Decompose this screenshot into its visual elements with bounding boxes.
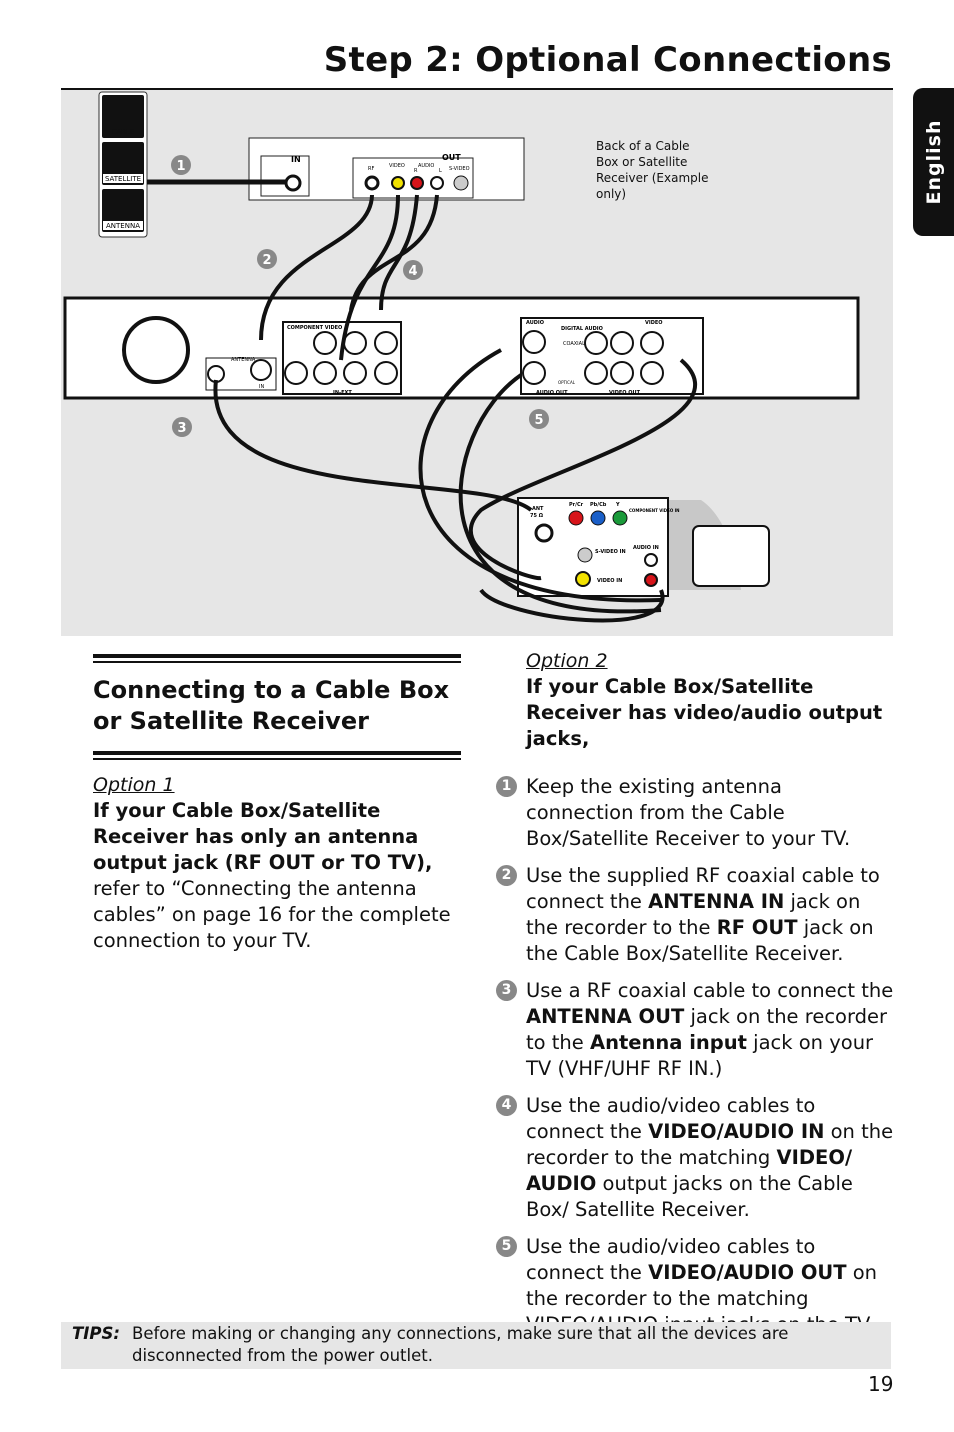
step-emphasis: VIDEO/AUDIO OUT: [648, 1261, 847, 1284]
svg-text:AUDIO IN: AUDIO IN: [633, 545, 659, 551]
svg-text:IN-EXT: IN-EXT: [333, 390, 352, 396]
recorder-back-panel: ANTENNA IN COMPONENT VIDEO IN-EXT AUDIO …: [63, 296, 860, 400]
step-list: 1 Keep the existing antenna connection fr…: [494, 774, 894, 1338]
svg-text:5: 5: [534, 413, 543, 428]
svg-text:COAXIAL: COAXIAL: [563, 341, 585, 347]
svg-text:VIDEO: VIDEO: [645, 320, 663, 326]
option-1-section: Connecting to a Cable Box or Satellite R…: [93, 654, 461, 954]
svg-text:3: 3: [177, 421, 186, 436]
option-1-heading: If your Cable Box/Satellite Receiver has…: [93, 799, 433, 874]
svg-text:RF: RF: [368, 166, 374, 172]
svg-text:VIDEO IN: VIDEO IN: [597, 578, 622, 584]
step-text: Keep the existing antenna connection fro…: [526, 775, 851, 850]
option-1-label: Option 1: [93, 774, 175, 796]
svg-text:IN: IN: [291, 155, 301, 164]
step-emphasis: Antenna input: [589, 1031, 747, 1054]
svg-text:L: L: [439, 168, 442, 174]
svg-text:Receiver (Example: Receiver (Example: [596, 171, 708, 185]
heading-rule-bottom: [93, 751, 461, 760]
step-number-icon: 5: [496, 1236, 517, 1257]
connection-diagram-svg: CABLE SATELLITE ANTENNA IN OUT RF VIDEO …: [63, 91, 860, 623]
svg-text:S-VIDEO IN: S-VIDEO IN: [595, 549, 626, 555]
svg-text:COMPONENT VIDEO IN: COMPONENT VIDEO IN: [629, 508, 679, 513]
svg-text:R: R: [414, 168, 418, 174]
step-emphasis: ANTENNA IN: [648, 890, 785, 913]
tips-box: TIPS: Before making or changing any conn…: [61, 1322, 891, 1369]
source-icons: CABLE SATELLITE ANTENNA: [98, 91, 148, 238]
svg-text:VIDEO: VIDEO: [389, 163, 405, 169]
step-number-icon: 2: [496, 865, 517, 886]
svg-text:4: 4: [408, 264, 417, 279]
connection-diagram: CABLE SATELLITE ANTENNA IN OUT RF VIDEO …: [61, 90, 893, 636]
step-emphasis: RF OUT: [716, 916, 798, 939]
step-item: 1 Keep the existing antenna connection fr…: [494, 774, 894, 852]
svg-text:OPTICAL: OPTICAL: [558, 380, 576, 385]
step-number-icon: 1: [496, 776, 517, 797]
step-item: 2 Use the supplied RF coaxial cable to co…: [494, 863, 894, 967]
page-number: 19: [868, 1372, 894, 1396]
svg-text:CABLE: CABLE: [112, 128, 135, 136]
step-emphasis: ANTENNA OUT: [526, 1005, 685, 1028]
svg-text:AUDIO: AUDIO: [526, 320, 544, 326]
option-2-heading: If your Cable Box/Satellite Receiver has…: [526, 675, 883, 750]
svg-text:IN: IN: [259, 384, 264, 390]
svg-text:S-VIDEO: S-VIDEO: [449, 166, 470, 172]
svg-text:OUT: OUT: [442, 153, 461, 162]
svg-text:ANT: ANT: [532, 506, 544, 512]
tips-label: TIPS:: [72, 1324, 120, 1343]
step-number-icon: 3: [496, 980, 517, 1001]
heading-rule-top: [93, 654, 461, 663]
tips-text: Before making or changing any connection…: [132, 1324, 789, 1365]
svg-text:only): only): [596, 187, 626, 201]
svg-text:75 Ω: 75 Ω: [530, 513, 544, 519]
svg-text:AUDIO: AUDIO: [418, 163, 434, 169]
step-item: 4 Use the audio/video cables to connect t…: [494, 1093, 894, 1223]
option-2-label: Option 2: [526, 650, 608, 672]
language-tab-label: English: [922, 119, 945, 205]
step-item: 3 Use a RF coaxial cable to connect the A…: [494, 978, 894, 1082]
svg-text:2: 2: [262, 253, 271, 268]
svg-text:Y: Y: [615, 502, 620, 508]
svg-text:SATELLITE: SATELLITE: [105, 175, 141, 183]
svg-text:VIDEO OUT: VIDEO OUT: [609, 390, 641, 396]
svg-text:Back of a Cable: Back of a Cable: [596, 139, 690, 153]
svg-text:ANTENNA: ANTENNA: [231, 357, 256, 363]
svg-text:Pb/Cb: Pb/Cb: [590, 502, 607, 508]
svg-text:Box or Satellite: Box or Satellite: [596, 155, 687, 169]
svg-text:1: 1: [176, 159, 185, 174]
option-1-body: refer to “Connecting the antenna cables”…: [93, 877, 451, 952]
language-tab: English: [913, 88, 954, 236]
page-title: Step 2: Optional Connections: [323, 40, 892, 80]
tv-back-panel: ANT 75 Ω Pr/Cr Pb/Cb Y COMPONENT VIDEO I…: [517, 497, 770, 597]
svg-text:AUDIO OUT: AUDIO OUT: [536, 390, 568, 396]
option-2-section: Option 2 If your Cable Box/Satellite Rec…: [494, 648, 894, 1349]
step-number-icon: 4: [496, 1095, 517, 1116]
step-emphasis: VIDEO/AUDIO IN: [648, 1120, 825, 1143]
svg-text:COMPONENT VIDEO: COMPONENT VIDEO: [287, 325, 342, 331]
svg-text:Pr/Cr: Pr/Cr: [569, 502, 584, 508]
cable-box-back: IN OUT RF VIDEO AUDIO R L S-VIDEO: [248, 137, 525, 201]
svg-text:ANTENNA: ANTENNA: [106, 222, 140, 230]
section-heading: Connecting to a Cable Box or Satellite R…: [93, 676, 450, 735]
step-text: Use a RF coaxial cable to connect the: [526, 979, 894, 1002]
